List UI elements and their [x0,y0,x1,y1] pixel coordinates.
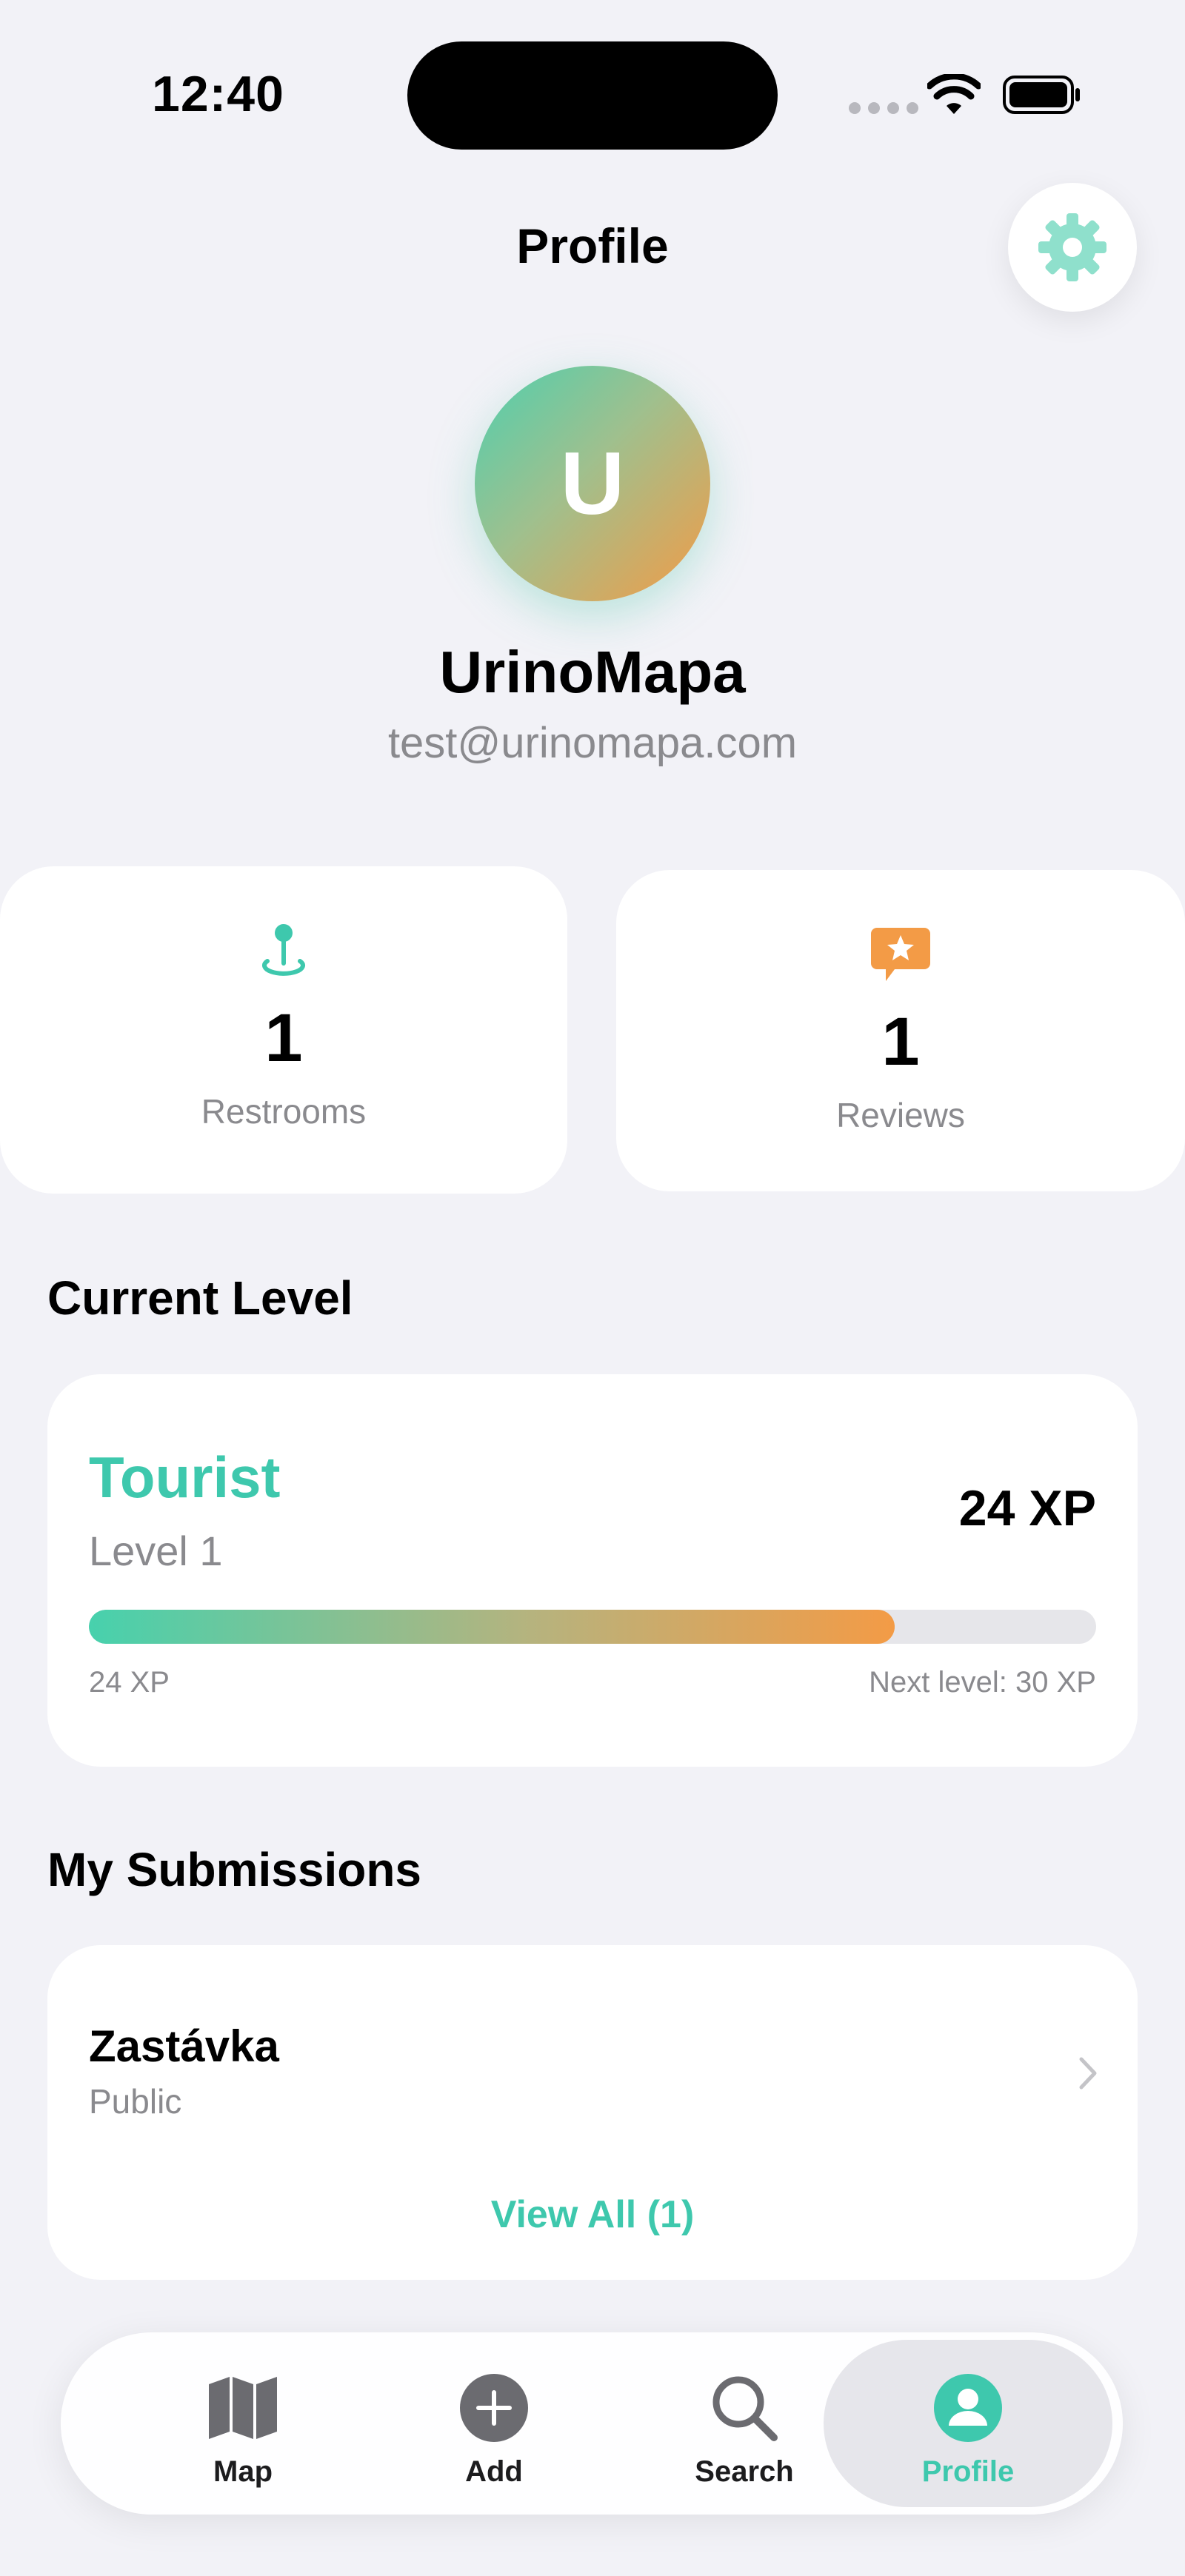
person-icon [934,2374,1002,2442]
tab-bar: Map Add Search Profile [61,2332,1123,2515]
level-number: Level 1 [89,1528,223,1574]
map-pin-icon [262,924,305,976]
my-submissions-heading: My Submissions [47,1843,421,1896]
username: UrinoMapa [439,639,746,705]
next-level-label: Next level: 30 XP [869,1666,1096,1699]
page-title: Profile [516,218,669,273]
map-icon [209,2377,277,2439]
restrooms-stat-card: 1 Restrooms [0,866,567,1194]
restrooms-count: 1 [264,1000,303,1076]
tab-profile-label: Profile [921,2455,1015,2488]
reviews-stat-card: 1 Reviews [616,870,1185,1191]
submissions-card: Zastávka Public View All (1) [47,1945,1138,2280]
tab-search-label: Search [695,2455,794,2488]
current-xp-label: 24 XP [89,1666,170,1699]
submission-name: Zastávka [89,2021,279,2071]
submission-row[interactable]: Zastávka Public [47,1945,1138,2167]
tab-map[interactable]: Map [121,2340,365,2507]
restrooms-label: Restrooms [201,1092,367,1131]
tab-add-label: Add [465,2455,523,2488]
reviews-count: 1 [881,1004,920,1080]
reviews-label: Reviews [836,1096,965,1134]
wifi-icon [927,74,981,114]
add-icon [460,2374,528,2442]
chevron-right-icon [1079,2057,1097,2090]
star-bubble-icon [871,928,930,981]
current-level-heading: Current Level [47,1271,353,1325]
user-email: test@urinomapa.com [387,719,798,767]
status-time: 12:40 [152,66,284,122]
dynamic-island [407,41,778,150]
gear-icon [1038,213,1106,281]
view-all-button[interactable]: View All (1) [47,2192,1138,2237]
avatar: U [475,366,710,601]
tab-profile[interactable]: Profile [824,2340,1112,2507]
level-name: Tourist [89,1445,281,1510]
tab-map-label: Map [213,2455,273,2488]
xp-progress-bar [89,1610,1096,1644]
settings-button[interactable] [1008,183,1137,312]
battery-icon [1003,76,1080,114]
cellular-signal-icon [849,102,918,114]
level-card: Tourist Level 1 24 XP 24 XP Next level: … [47,1374,1138,1767]
tab-add[interactable]: Add [372,2340,616,2507]
search-icon [712,2376,778,2441]
xp-progress-fill [89,1610,895,1644]
total-xp: 24 XP [958,1480,1096,1536]
submission-status: Public [89,2082,182,2121]
